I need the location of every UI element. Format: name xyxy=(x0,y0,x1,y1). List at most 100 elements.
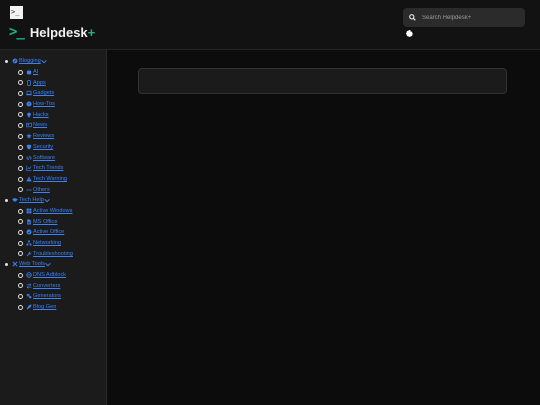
site-logo[interactable]: >_ Helpdesk + xyxy=(9,23,95,41)
nav-link[interactable]: Tech Trends xyxy=(26,165,63,171)
nav-group-link[interactable]: Web Tools xyxy=(12,261,51,267)
sidebar-item-active-office[interactable]: Active Office xyxy=(0,227,106,238)
nav-link[interactable]: MS Office xyxy=(26,219,57,225)
nav-item-label: Active Windows xyxy=(33,207,73,214)
nav-item-label: AI xyxy=(33,69,39,76)
nav-item-label: MS Office xyxy=(33,218,58,225)
bullet xyxy=(18,294,23,300)
nav-group-tech-help[interactable]: Tech Help xyxy=(0,195,106,206)
bullet xyxy=(18,112,23,118)
bullet xyxy=(18,155,23,161)
nav-item-label: Reviews xyxy=(33,133,55,140)
sidebar-item-news[interactable]: News xyxy=(0,120,106,131)
nav-group-blogging[interactable]: Blogging xyxy=(0,56,106,67)
nav-link[interactable]: Converters xyxy=(26,283,60,289)
sidebar-item-software[interactable]: Software xyxy=(0,152,106,163)
chevron-down-icon xyxy=(45,262,51,267)
chevron-down-icon xyxy=(44,198,50,203)
ellipsis-icon xyxy=(26,188,32,191)
file-word-icon xyxy=(27,219,31,225)
sidebar-item-converters[interactable]: Converters xyxy=(0,280,106,291)
sidebar-item-security[interactable]: Security xyxy=(0,142,106,153)
content-card xyxy=(138,68,507,94)
nav-group-web-tools[interactable]: Web Tools xyxy=(0,259,106,270)
sidebar-item-apps[interactable]: Apps xyxy=(0,77,106,88)
windows-icon xyxy=(26,208,32,214)
nav-link[interactable]: Others xyxy=(26,187,50,193)
chevron-down-icon xyxy=(41,59,47,64)
globe-icon xyxy=(26,272,32,278)
nav-group-label: Tech Help xyxy=(19,197,44,204)
nav-item-label: DNS Adblock xyxy=(33,272,66,279)
nav-link[interactable]: Apps xyxy=(26,80,46,86)
bullet xyxy=(5,198,8,202)
sidebar-item-blog-gen[interactable]: Blog Gen xyxy=(0,302,106,313)
sidebar-item-generators[interactable]: Generators xyxy=(0,291,106,302)
search-box[interactable] xyxy=(403,8,525,27)
logo-plus: + xyxy=(87,24,96,40)
bullet xyxy=(18,230,23,235)
nav-link[interactable]: Networking xyxy=(26,240,61,246)
nav-item-label: Blog Gen xyxy=(33,304,57,311)
nav-item-label: Others xyxy=(33,186,50,193)
nav-item-label: Active Office xyxy=(33,229,65,236)
top-bar: >_ >_ Helpdesk + xyxy=(0,0,540,50)
laptop-icon xyxy=(26,91,32,96)
nav-item-label: Apps xyxy=(33,79,46,86)
sidebar-item-gadgets[interactable]: Gadgets xyxy=(0,88,106,99)
blog-icon xyxy=(12,58,18,64)
star-icon xyxy=(26,133,32,139)
bullet xyxy=(18,304,23,310)
search-input[interactable] xyxy=(420,13,519,22)
gear-icon[interactable] xyxy=(405,29,414,38)
nav-link[interactable]: Generators xyxy=(26,293,61,299)
bullet xyxy=(18,283,23,289)
check-circle-icon xyxy=(26,229,32,235)
sidebar-item-others[interactable]: Others xyxy=(0,184,106,195)
nav-link[interactable]: DNS Adblock xyxy=(26,272,66,278)
nav-link[interactable]: ? How-Tos xyxy=(26,101,55,107)
sidebar-item-ms-office[interactable]: MS Office xyxy=(0,216,106,227)
sidebar-item-troubleshooting[interactable]: Troubleshooting xyxy=(0,248,106,259)
sidebar-item-active-windows[interactable]: Active Windows xyxy=(0,206,106,217)
sidebar-item-dns-adblock[interactable]: DNS Adblock xyxy=(0,270,106,281)
nav-link[interactable]: Security xyxy=(26,144,53,150)
nav-group-link[interactable]: Tech Help xyxy=(12,197,50,203)
sidebar-item-tech-trends[interactable]: Tech Trends xyxy=(0,163,106,174)
logo-prompt-icon: >_ xyxy=(9,24,25,40)
sidebar-item-tech-warning[interactable]: Tech Warning xyxy=(0,174,106,185)
nav-link[interactable]: News xyxy=(26,122,47,128)
sidebar-item-hacks[interactable]: Hacks xyxy=(0,109,106,120)
nav-item-label: Tech Warning xyxy=(33,175,67,182)
nav-link[interactable]: Reviews xyxy=(26,133,54,139)
sidebar-item-reviews[interactable]: Reviews xyxy=(0,131,106,142)
sidebar-item-ai[interactable]: AI xyxy=(0,67,106,78)
nav-group-link[interactable]: Blogging xyxy=(12,58,47,64)
nav-link[interactable]: Gadgets xyxy=(26,90,54,96)
nav-link[interactable]: AI xyxy=(26,69,38,75)
nav-link[interactable]: Active Office xyxy=(26,229,64,235)
nav-group-label: Web Tools xyxy=(19,261,45,268)
bullet xyxy=(18,133,23,139)
nav-link[interactable]: Hacks xyxy=(26,112,49,118)
nav-item-label: Software xyxy=(33,154,56,161)
question-icon: ? xyxy=(26,101,32,107)
sidebar-item-how-tos[interactable]: ? How-Tos xyxy=(0,99,106,110)
sidebar-item-networking[interactable]: Networking xyxy=(0,238,106,249)
bullet xyxy=(5,60,8,63)
sidebar-nav: Blogging AI Apps Gadgets ? How-Tos Hacks… xyxy=(0,50,106,313)
bullet xyxy=(18,91,23,97)
nav-link[interactable]: Tech Warning xyxy=(26,176,67,182)
bullet xyxy=(18,176,23,182)
wrench-icon xyxy=(26,251,32,257)
nav-item-label: How-Tos xyxy=(33,101,55,108)
nav-link[interactable]: Blog Gen xyxy=(26,304,56,310)
nav-link[interactable]: Troubleshooting xyxy=(26,251,73,257)
nav-link[interactable]: Active Windows xyxy=(26,208,72,214)
nav-link[interactable]: Software xyxy=(26,155,55,161)
bullet xyxy=(18,187,23,193)
bullet xyxy=(18,240,23,246)
nav-item-label: Gadgets xyxy=(33,90,55,97)
bullet xyxy=(18,144,23,150)
mobile-icon xyxy=(27,79,31,86)
